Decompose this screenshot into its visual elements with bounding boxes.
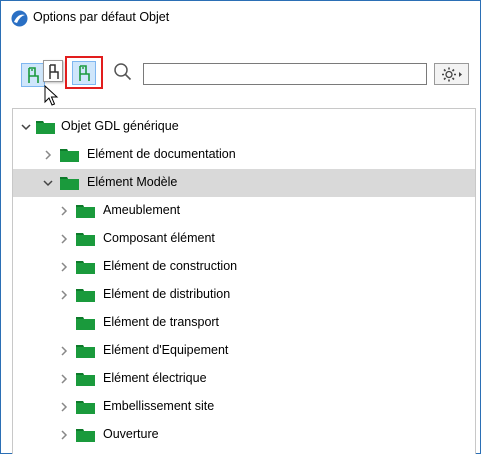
folder-icon — [76, 317, 95, 330]
chevron-right-icon[interactable] — [58, 345, 70, 357]
chevron-right-icon[interactable] — [58, 289, 70, 301]
folder-icon — [76, 205, 95, 218]
tree-item[interactable]: Elément de documentation — [13, 141, 475, 169]
chevron-down-icon[interactable] — [42, 177, 54, 189]
tree-item[interactable]: Objet GDL générique — [13, 113, 475, 141]
tree-item-label: Ameublement — [103, 203, 181, 217]
chevron-down-icon[interactable] — [20, 121, 32, 133]
tree-item-label: Ouverture — [103, 427, 159, 441]
app-logo-icon — [11, 10, 28, 27]
tree-item[interactable]: Elément de construction — [13, 253, 475, 281]
folder-icon — [76, 401, 95, 414]
tree-item[interactable]: Elément d'Equipement — [13, 337, 475, 365]
folder-icon — [76, 429, 95, 442]
folder-icon — [76, 233, 95, 246]
folder-icon — [36, 121, 55, 134]
tree-item-label: Elément Modèle — [87, 175, 178, 189]
object-library-icon — [28, 67, 39, 83]
folder-icon — [60, 149, 79, 162]
tree-item-label: Elément de distribution — [103, 287, 231, 301]
chevron-right-icon[interactable] — [58, 373, 70, 385]
folder-icon — [76, 345, 95, 358]
tree-item[interactable]: Ameublement — [13, 197, 475, 225]
window-title: Options par défaut Objet — [33, 10, 170, 24]
chevron-right-icon[interactable] — [58, 205, 70, 217]
object-tree-view: Objet GDL générique Elément de documenta… — [12, 108, 476, 454]
settings-gear-icon — [442, 67, 462, 82]
tree-item-label: Elément électrique — [103, 371, 207, 385]
tree-item[interactable]: Composant élément — [13, 225, 475, 253]
settings-menu-button[interactable] — [434, 63, 469, 85]
search-icon[interactable] — [113, 62, 133, 82]
folder-icon — [60, 177, 79, 190]
folder-icon — [76, 261, 95, 274]
folder-icon — [76, 289, 95, 302]
chevron-right-icon[interactable] — [42, 149, 54, 161]
object-default-options-window: Options par défaut Objet Objet GDL génér… — [0, 0, 481, 454]
tree-item[interactable]: Elément de distribution — [13, 281, 475, 309]
object-tooltip-icon — [49, 64, 59, 79]
tree-item-label: Elément d'Equipement — [103, 343, 229, 357]
chevron-right-icon[interactable] — [58, 401, 70, 413]
annotation-highlight-box — [65, 56, 103, 89]
search-input[interactable] — [143, 63, 427, 85]
folder-icon — [76, 373, 95, 386]
object-tooltip-preview — [43, 60, 63, 82]
tree-item-label: Composant élément — [103, 231, 215, 245]
chevron-right-icon[interactable] — [58, 233, 70, 245]
tree-item-label: Objet GDL générique — [61, 119, 179, 133]
tree-item-label: Elément de transport — [103, 315, 220, 329]
tree-item-label: Embellissement site — [103, 399, 215, 413]
tree-item-label: Elément de documentation — [87, 147, 236, 161]
chevron-right-icon[interactable] — [58, 429, 70, 441]
tree-item[interactable]: Embellissement site — [13, 393, 475, 421]
toolbar — [1, 35, 480, 89]
tree-item[interactable]: Elément électrique — [13, 365, 475, 393]
tree-item[interactable]: Ouverture — [13, 421, 475, 449]
tree-item[interactable]: Elément de transport — [13, 309, 475, 337]
object-library-button[interactable] — [21, 63, 45, 87]
tree-item-selected[interactable]: Elément Modèle — [13, 169, 475, 197]
title-bar: Options par défaut Objet — [1, 1, 480, 35]
tree-item-label: Elément de construction — [103, 259, 238, 273]
chevron-right-icon[interactable] — [58, 261, 70, 273]
mouse-cursor-icon — [44, 85, 59, 106]
